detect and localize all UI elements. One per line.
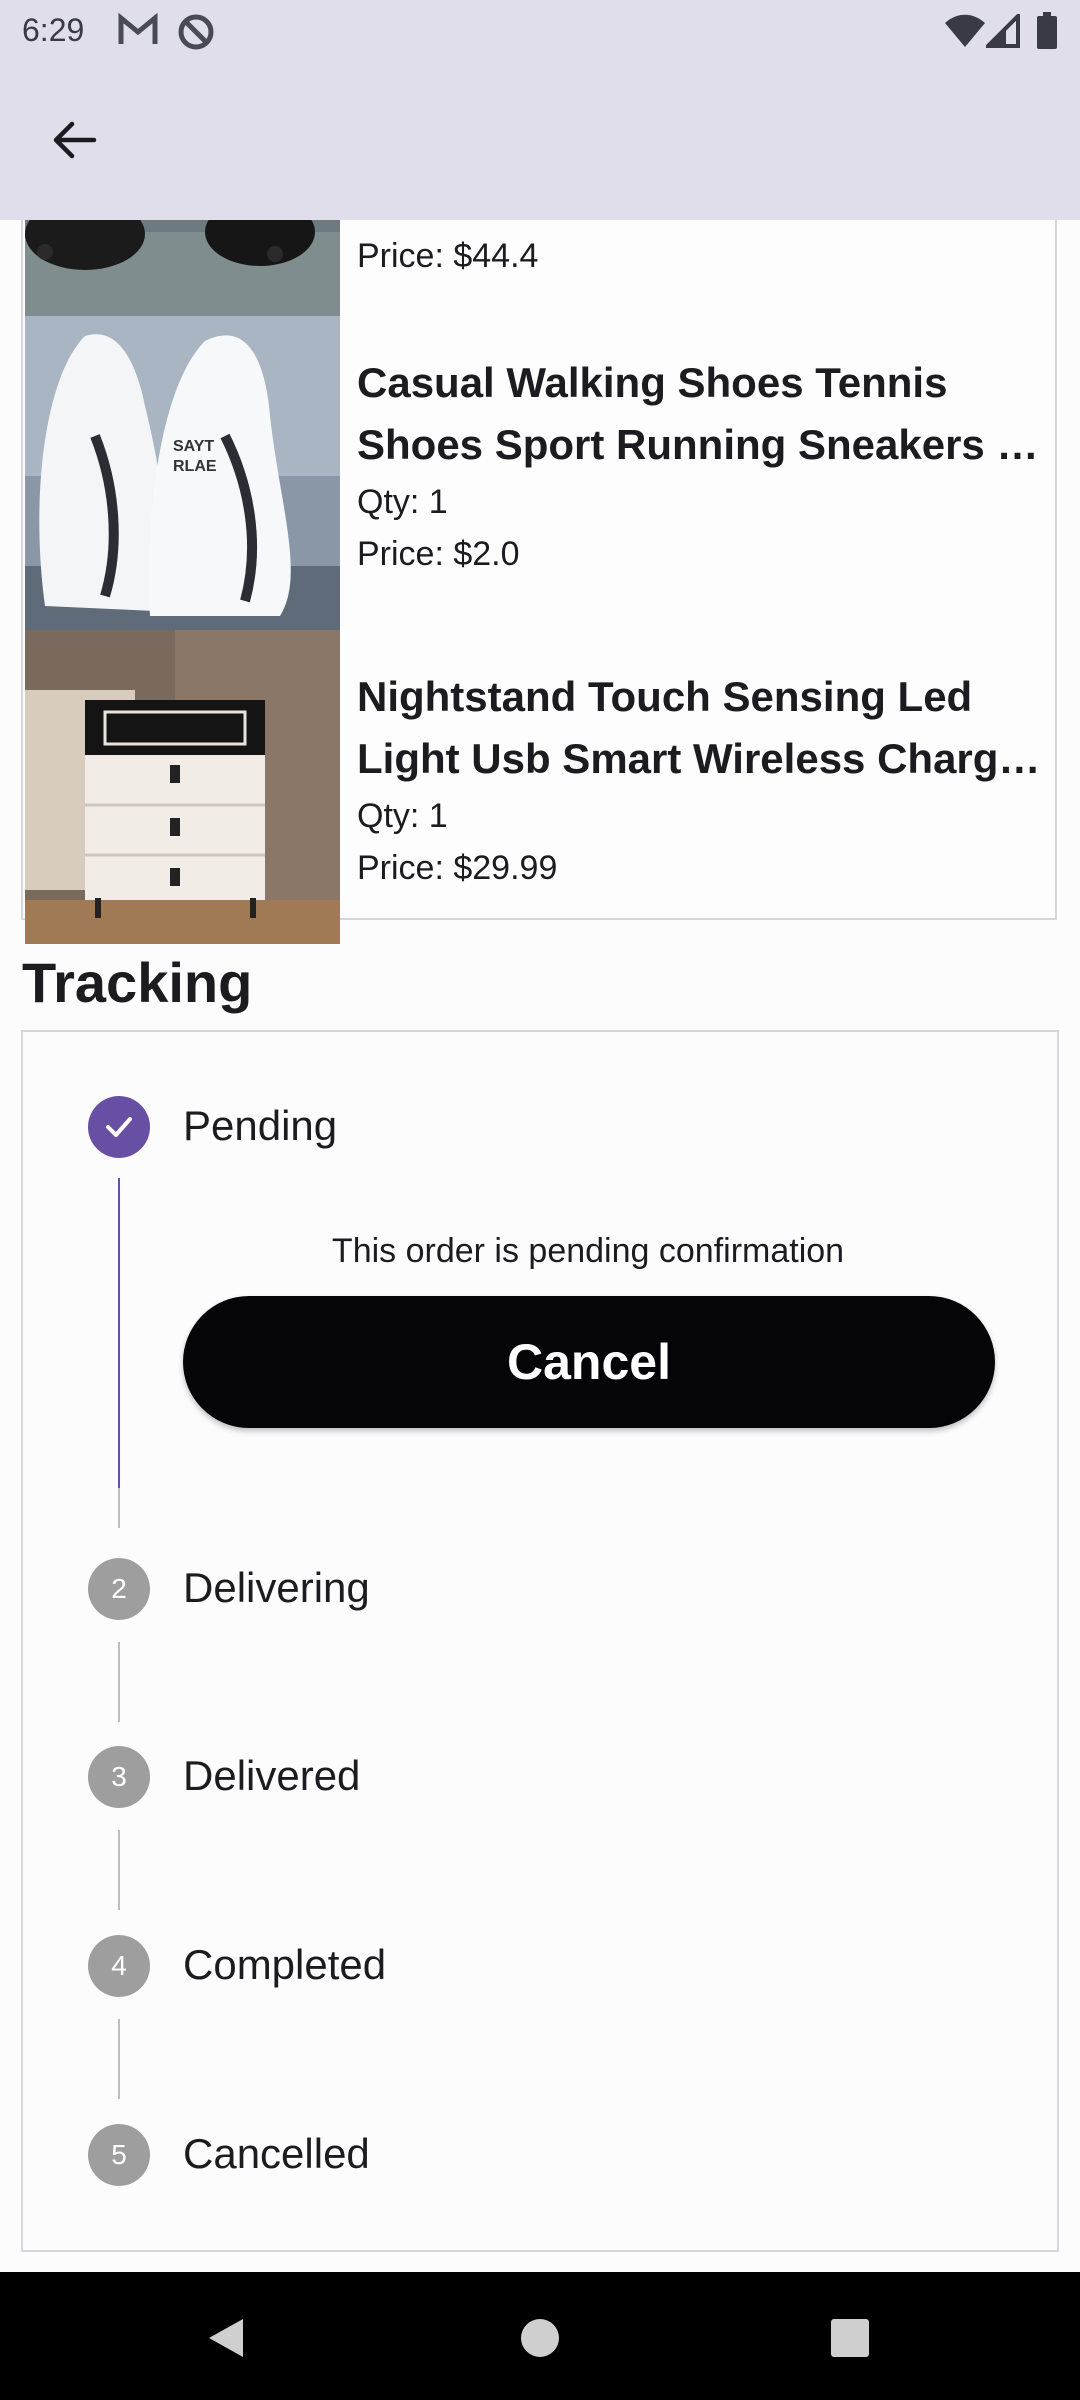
item-qty: Qty: 1 bbox=[357, 797, 448, 835]
step-number-badge[interactable]: 4 bbox=[88, 1935, 150, 1997]
white-sneakers-photo: SAYT RLAE bbox=[25, 316, 340, 630]
status-time: 6:29 bbox=[22, 12, 85, 48]
step-connector bbox=[118, 2019, 120, 2099]
nav-recents-button[interactable] bbox=[820, 2308, 880, 2368]
order-item[interactable]: SAYT RLAE Casual Walking Shoes Tennis Sh… bbox=[25, 316, 1055, 630]
black-shoe-photo bbox=[25, 220, 340, 316]
step-number-badge[interactable]: 5 bbox=[88, 2124, 150, 2186]
cellular-signal-icon bbox=[983, 11, 1020, 53]
nav-home-button[interactable] bbox=[510, 2308, 570, 2368]
back-button[interactable] bbox=[40, 106, 108, 174]
step-delivered-label[interactable]: Delivered bbox=[183, 1752, 360, 1800]
order-item[interactable]: Nightstand Touch Sensing Led Light Usb S… bbox=[25, 630, 1055, 944]
status-bar: 6:29 bbox=[0, 0, 1080, 64]
nav-back-button[interactable] bbox=[196, 2308, 256, 2368]
item-price: Price: $44.4 bbox=[357, 237, 539, 275]
step-connector bbox=[118, 1830, 120, 1910]
home-circle-icon bbox=[521, 2319, 559, 2357]
item-name: Casual Walking Shoes Tennis Shoes Sport … bbox=[357, 359, 1039, 468]
do-not-disturb-icon bbox=[176, 12, 216, 57]
battery-icon bbox=[1036, 12, 1058, 55]
step-connector bbox=[118, 1488, 120, 1528]
step-connector bbox=[118, 1642, 120, 1722]
recents-square-icon bbox=[831, 2319, 869, 2357]
step-check-icon[interactable] bbox=[88, 1096, 150, 1158]
step-pending-label[interactable]: Pending bbox=[183, 1102, 337, 1150]
step-completed-label[interactable]: Completed bbox=[183, 1941, 386, 1989]
tracking-title: Tracking bbox=[22, 951, 253, 1014]
step-number-badge[interactable]: 2 bbox=[88, 1558, 150, 1620]
step-delivering-label[interactable]: Delivering bbox=[183, 1564, 370, 1612]
item-price: Price: $2.0 bbox=[357, 535, 520, 573]
svg-text:RLAE: RLAE bbox=[173, 458, 217, 475]
cancel-order-button[interactable]: Cancel bbox=[183, 1296, 995, 1428]
pending-message: This order is pending confirmation bbox=[331, 1232, 845, 1270]
step-connector bbox=[118, 1178, 120, 1488]
svg-text:SAYT: SAYT bbox=[173, 438, 214, 455]
item-qty: Qty: 1 bbox=[357, 483, 448, 521]
tracking-stepper: Pending This order is pending confirmati… bbox=[21, 1030, 1059, 2252]
back-triangle-icon bbox=[209, 2319, 243, 2357]
step-cancelled-label[interactable]: Cancelled bbox=[183, 2130, 370, 2178]
order-items-card: Price: $44.4 SAYT RLAE Casual Walking Sh… bbox=[21, 220, 1057, 944]
order-item[interactable]: Price: $44.4 bbox=[25, 220, 1055, 316]
system-nav-bar bbox=[0, 2272, 1080, 2400]
app-bar bbox=[0, 64, 1080, 220]
gmail-icon bbox=[118, 12, 158, 53]
arrow-back-icon bbox=[53, 121, 97, 159]
step-number-badge[interactable]: 3 bbox=[88, 1746, 150, 1808]
order-details-content[interactable]: Price: $44.4 SAYT RLAE Casual Walking Sh… bbox=[0, 220, 1080, 2272]
nightstand-photo bbox=[25, 630, 340, 944]
item-price: Price: $29.99 bbox=[357, 849, 558, 887]
wifi-icon bbox=[944, 14, 986, 53]
item-name: Nightstand Touch Sensing Led Light Usb S… bbox=[357, 673, 1041, 782]
